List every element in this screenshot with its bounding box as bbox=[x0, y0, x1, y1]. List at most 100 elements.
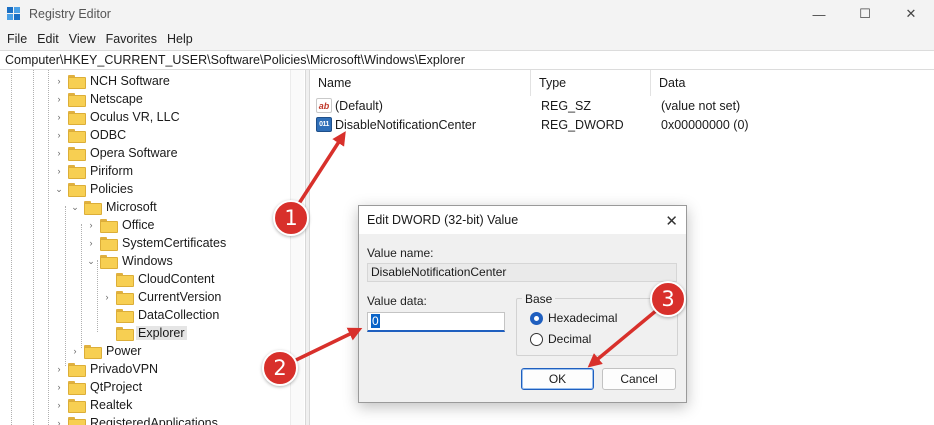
tree-item-datacollection[interactable]: DataCollection bbox=[101, 306, 221, 324]
tree-item-label: Piriform bbox=[90, 164, 134, 178]
menu-favorites[interactable]: Favorites bbox=[101, 32, 162, 46]
chevron-right-icon[interactable]: › bbox=[53, 165, 65, 177]
folder-icon bbox=[116, 327, 134, 341]
folder-icon bbox=[68, 75, 86, 89]
value-type: REG_SZ bbox=[541, 98, 592, 113]
menu-view[interactable]: View bbox=[64, 32, 101, 46]
minimize-button[interactable]: — bbox=[796, 0, 842, 28]
radio-unselected-icon[interactable] bbox=[530, 332, 543, 346]
chevron-down-icon[interactable]: ⌄ bbox=[53, 183, 65, 195]
tree-item-label: Oculus VR, LLC bbox=[90, 110, 180, 124]
tree-guide-line bbox=[33, 70, 34, 425]
value-name-cell: 011 DisableNotificationCenter bbox=[310, 117, 531, 132]
dialog-close-button[interactable]: ✕ bbox=[665, 212, 678, 230]
chevron-right-icon[interactable]: › bbox=[53, 111, 65, 123]
tree-item-microsoft[interactable]: ⌄ Microsoft bbox=[69, 198, 159, 216]
tree-item-label: Realtek bbox=[90, 398, 133, 412]
menu-edit[interactable]: Edit bbox=[32, 32, 64, 46]
value-row-default[interactable]: ab (Default) REG_SZ (value not set) bbox=[310, 96, 740, 115]
tree-item-netscape[interactable]: › Netscape bbox=[53, 90, 145, 108]
dialog-title-bar: Edit DWORD (32-bit) Value ✕ bbox=[359, 206, 686, 234]
string-value-icon: ab bbox=[316, 98, 332, 113]
menu-help[interactable]: Help bbox=[162, 32, 198, 46]
title-bar: Registry Editor — ☐ ✕ bbox=[0, 0, 934, 28]
chevron-down-icon[interactable]: ⌄ bbox=[85, 255, 97, 267]
folder-icon bbox=[68, 93, 86, 107]
chevron-right-icon[interactable]: › bbox=[69, 345, 81, 357]
tree-item-power[interactable]: › Power bbox=[69, 342, 143, 360]
window-title: Registry Editor bbox=[29, 7, 111, 21]
tree-item-oculus[interactable]: › Oculus VR, LLC bbox=[53, 108, 182, 126]
tree-item-label: SystemCertificates bbox=[122, 236, 227, 250]
radio-selected-icon[interactable] bbox=[530, 311, 543, 325]
tree-item-explorer[interactable]: Explorer bbox=[101, 324, 187, 342]
value-name: DisableNotificationCenter bbox=[335, 117, 477, 132]
chevron-right-icon[interactable]: › bbox=[85, 237, 97, 249]
tree-item-label: Explorer bbox=[136, 326, 187, 340]
tree-item-label: CloudContent bbox=[138, 272, 215, 286]
column-header-data[interactable]: Data bbox=[651, 70, 934, 96]
tree-item-office[interactable]: › Office bbox=[85, 216, 156, 234]
value-data-selected-text: 0 bbox=[371, 314, 380, 328]
tree-item-qtproject[interactable]: › QtProject bbox=[53, 378, 144, 396]
tree-item-label: Opera Software bbox=[90, 146, 178, 160]
column-header-type[interactable]: Type bbox=[531, 70, 651, 96]
tree-item-label: RegisteredApplications bbox=[90, 416, 218, 425]
tree-item-realtek[interactable]: › Realtek bbox=[53, 396, 134, 414]
value-data-input[interactable]: 0 bbox=[367, 312, 505, 332]
folder-icon bbox=[116, 291, 134, 305]
value-name-cell: ab (Default) bbox=[310, 98, 531, 113]
tree-item-label: Policies bbox=[90, 182, 134, 196]
tree-item-nch-software[interactable]: › NCH Software bbox=[53, 72, 172, 90]
value-row-disablenotificationcenter[interactable]: 011 DisableNotificationCenter REG_DWORD … bbox=[310, 115, 749, 134]
chevron-right-icon[interactable]: › bbox=[101, 291, 113, 303]
column-header-name[interactable]: Name bbox=[310, 70, 531, 96]
tree-item-odbc[interactable]: › ODBC bbox=[53, 126, 128, 144]
chevron-none bbox=[101, 273, 113, 285]
radio-hexadecimal[interactable]: Hexadecimal bbox=[530, 311, 617, 325]
maximize-button[interactable]: ☐ bbox=[842, 0, 888, 28]
radio-hexadecimal-label: Hexadecimal bbox=[548, 311, 618, 325]
chevron-right-icon[interactable]: › bbox=[85, 219, 97, 231]
tree-item-piriform[interactable]: › Piriform bbox=[53, 162, 135, 180]
chevron-right-icon[interactable]: › bbox=[53, 381, 65, 393]
tree-item-privadovpn[interactable]: › PrivadoVPN bbox=[53, 360, 160, 378]
folder-icon bbox=[84, 345, 102, 359]
folder-icon bbox=[68, 165, 86, 179]
cancel-button[interactable]: Cancel bbox=[602, 368, 676, 390]
tree-item-cloudcontent[interactable]: CloudContent bbox=[101, 270, 216, 288]
menu-bar: File Edit View Favorites Help bbox=[0, 28, 934, 50]
menu-file[interactable]: File bbox=[2, 32, 32, 46]
tree-item-label: Power bbox=[106, 344, 142, 358]
chevron-right-icon[interactable]: › bbox=[53, 93, 65, 105]
tree-guide-line bbox=[48, 70, 49, 425]
folder-icon bbox=[68, 147, 86, 161]
tree-item-opera-software[interactable]: › Opera Software bbox=[53, 144, 180, 162]
address-bar[interactable]: Computer\HKEY_CURRENT_USER\Software\Poli… bbox=[0, 50, 934, 70]
chevron-right-icon[interactable]: › bbox=[53, 417, 65, 425]
folder-icon bbox=[68, 129, 86, 143]
step-badge-1: 1 bbox=[273, 200, 309, 236]
tree-item-policies[interactable]: ⌄ Policies bbox=[53, 180, 135, 198]
tree-item-label: DataCollection bbox=[138, 308, 220, 322]
tree-item-registeredapplications[interactable]: › RegisteredApplications bbox=[53, 414, 220, 425]
folder-icon bbox=[116, 273, 134, 287]
close-button[interactable]: ✕ bbox=[888, 0, 934, 28]
tree-item-systemcertificates[interactable]: › SystemCertificates bbox=[85, 234, 228, 252]
folder-icon bbox=[100, 237, 118, 251]
tree-item-label: Office bbox=[122, 218, 155, 232]
tree-item-windows[interactable]: ⌄ Windows bbox=[85, 252, 175, 270]
radio-decimal[interactable]: Decimal bbox=[530, 332, 591, 346]
chevron-right-icon[interactable]: › bbox=[53, 147, 65, 159]
chevron-right-icon[interactable]: › bbox=[53, 129, 65, 141]
tree-item-currentversion[interactable]: › CurrentVersion bbox=[101, 288, 223, 306]
chevron-right-icon[interactable]: › bbox=[53, 399, 65, 411]
tree-item-label: Microsoft bbox=[106, 200, 157, 214]
chevron-down-icon[interactable]: ⌄ bbox=[69, 201, 81, 213]
ok-button[interactable]: OK bbox=[521, 368, 594, 390]
base-group-label: Base bbox=[522, 292, 556, 306]
value-name: (Default) bbox=[335, 98, 383, 113]
chevron-right-icon[interactable]: › bbox=[53, 363, 65, 375]
value-data: (value not set) bbox=[661, 98, 741, 113]
chevron-right-icon[interactable]: › bbox=[53, 75, 65, 87]
